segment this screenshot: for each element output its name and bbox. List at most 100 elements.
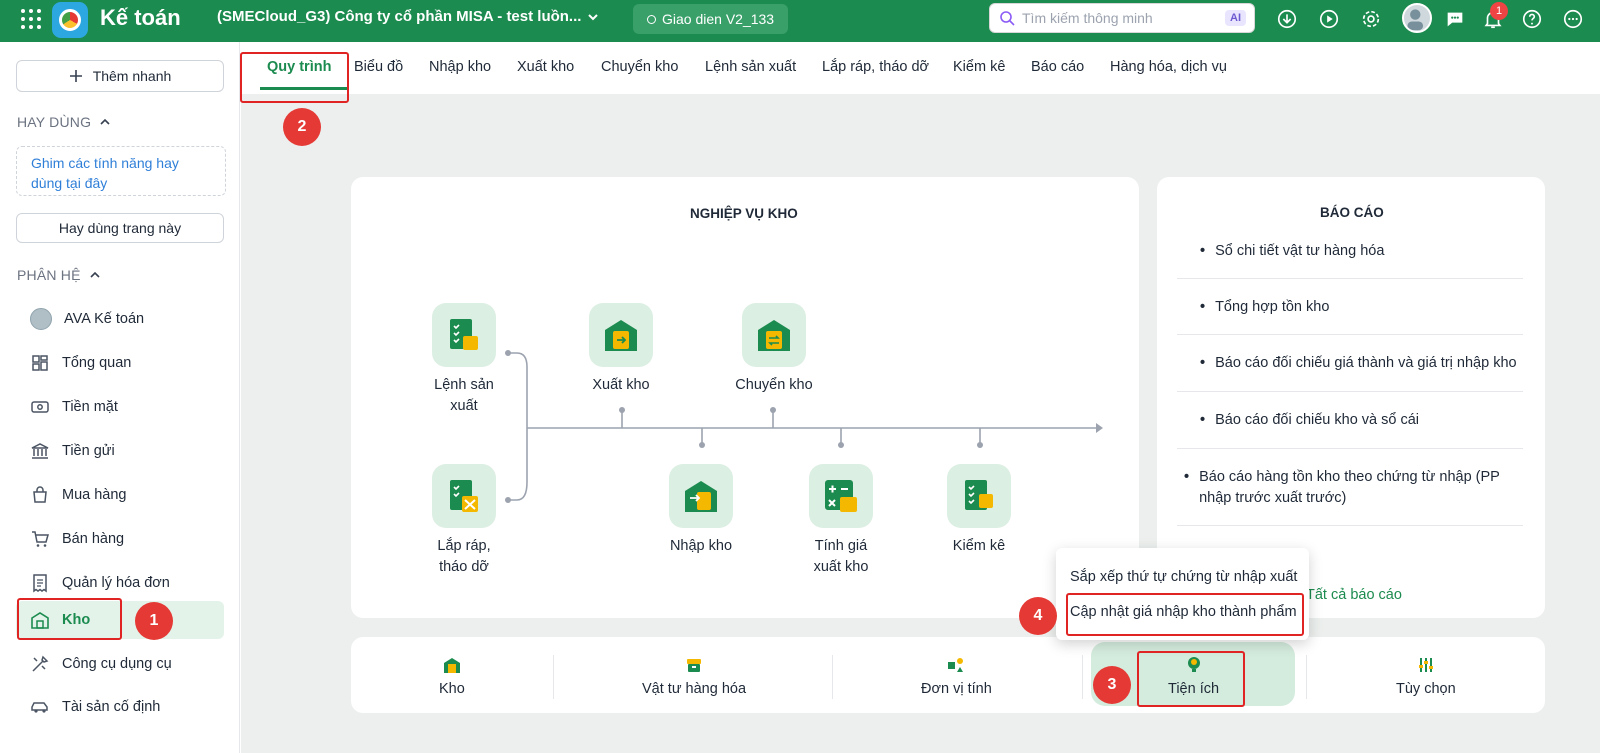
divider [832, 655, 833, 699]
report-item[interactable]: Sổ chi tiết vật tư hàng hóa [1200, 241, 1524, 262]
cart-icon [32, 531, 49, 547]
report-item[interactable]: Báo cáo đối chiếu giá thành và giá trị n… [1200, 353, 1524, 374]
smart-search[interactable]: Tìm kiếm thông minh AI [989, 3, 1255, 33]
node-stock-in[interactable]: Nhập kho [641, 464, 761, 557]
invoice-icon [33, 574, 47, 593]
dashboard-icon [32, 355, 48, 371]
app-name: Kế toán [100, 5, 181, 30]
avatar [30, 308, 52, 330]
cash-icon [31, 401, 49, 413]
assembly-icon [432, 464, 496, 528]
sidebar-item-purchase[interactable]: Mua hàng [16, 476, 224, 514]
tab-reports[interactable]: Báo cáo [1031, 59, 1084, 75]
sparkle-search-icon [1000, 11, 1015, 26]
chevron-up-icon [100, 118, 110, 125]
notification-badge: 1 [1490, 2, 1508, 20]
sidebar-item-fixed-assets[interactable]: Tài sản cố định [16, 688, 224, 726]
tab-inventory-count[interactable]: Kiểm kê [953, 59, 1005, 75]
sidebar: Thêm nhanh HAY DÙNG Ghim các tính năng h… [0, 42, 240, 753]
transfer-icon [742, 303, 806, 367]
user-avatar[interactable] [1402, 3, 1432, 33]
callout-box-update-price [1066, 593, 1304, 636]
company-selector[interactable]: (SMECloud_G3) Công ty cổ phần MISA - tes… [217, 8, 599, 25]
bottom-item-options[interactable]: Tùy chọn [1396, 655, 1456, 697]
step-marker-2: 2 [283, 108, 321, 146]
favorites-heading[interactable]: HAY DÙNG [17, 114, 111, 130]
tab-assembly[interactable]: Lắp ráp, tháo dỡ [822, 59, 929, 75]
shopping-bag-icon [33, 486, 47, 503]
step-marker-3: 3 [1093, 666, 1131, 704]
checklist-icon [947, 464, 1011, 528]
version-badge[interactable]: Giao dien V2_133 [633, 4, 789, 34]
car-icon [31, 702, 48, 713]
calculator-icon [809, 464, 873, 528]
tab-bar: Quy trình Biểu đồ Nhập kho Xuất kho Chuy… [241, 42, 1600, 94]
tab-charts[interactable]: Biểu đồ [354, 59, 403, 75]
warehouse-icon [443, 658, 460, 673]
quick-add-button[interactable]: Thêm nhanh [16, 60, 224, 92]
company-name: (SMECloud_G3) Công ty cổ phần MISA - tes… [217, 8, 582, 25]
report-item[interactable]: Báo cáo đối chiếu kho và sổ cái [1200, 410, 1524, 431]
sidebar-item-bank[interactable]: Tiền gửi [16, 432, 224, 470]
top-bar: Kế toán (SMECloud_G3) Công ty cổ phần MI… [0, 0, 1600, 42]
sidebar-item-sales[interactable]: Bán hàng [16, 520, 224, 558]
more-icon[interactable] [1561, 7, 1585, 31]
sidebar-item-cash[interactable]: Tiền mặt [16, 388, 224, 426]
favorite-this-page-button[interactable]: Hay dùng trang này [16, 213, 224, 243]
report-item[interactable]: Tổng hợp tồn kho [1200, 297, 1524, 318]
box-icon [687, 659, 702, 672]
divider [1177, 448, 1523, 449]
download-icon[interactable] [1275, 7, 1299, 31]
divider [1177, 391, 1523, 392]
step-marker-4: 4 [1019, 597, 1057, 635]
tab-production-order[interactable]: Lệnh sản xuất [705, 59, 796, 75]
apps-grid-icon[interactable] [20, 8, 42, 30]
divider [1177, 278, 1523, 279]
sidebar-item-invoice[interactable]: Quản lý hóa đơn [16, 564, 224, 602]
sidebar-item-overview[interactable]: Tổng quan [16, 344, 224, 382]
stock-out-icon [589, 303, 653, 367]
callout-box-process-tab [240, 52, 349, 103]
plus-icon [69, 70, 82, 82]
node-cost-calculation[interactable]: Tính giá xuất kho [781, 464, 901, 578]
ai-badge: AI [1225, 10, 1246, 26]
sliders-icon [1418, 658, 1433, 672]
tab-stock-in[interactable]: Nhập kho [429, 59, 491, 75]
search-placeholder: Tìm kiếm thông minh [1022, 10, 1153, 26]
tab-goods-services[interactable]: Hàng hóa, dịch vụ [1110, 59, 1227, 75]
divider [553, 655, 554, 699]
units-icon [948, 658, 964, 672]
circle-icon [647, 14, 656, 24]
callout-box-warehouse [17, 598, 122, 640]
sidebar-item-tools[interactable]: Công cụ dụng cụ [16, 645, 224, 683]
app-logo [52, 2, 88, 38]
help-icon[interactable] [1520, 7, 1544, 31]
node-assembly[interactable]: Lắp ráp, tháo dỡ [404, 464, 524, 578]
reports-title: BÁO CÁO [1320, 205, 1384, 220]
tab-stock-out[interactable]: Xuất kho [517, 59, 574, 75]
callout-box-utilities [1137, 651, 1245, 707]
divider [1082, 655, 1083, 699]
gear-icon[interactable] [1359, 7, 1383, 31]
all-reports-link[interactable]: Tất cả báo cáo [1306, 587, 1402, 603]
modules-heading[interactable]: PHÂN HỆ [17, 267, 101, 283]
bottom-item-warehouse[interactable]: Kho [439, 655, 465, 697]
tab-transfer[interactable]: Chuyển kho [601, 59, 678, 75]
menu-item-sort-documents[interactable]: Sắp xếp thứ tự chứng từ nhập xuất [1070, 569, 1297, 585]
bank-icon [31, 443, 49, 459]
divider [1177, 525, 1523, 526]
report-item[interactable]: Báo cáo hàng tồn kho theo chứng từ nhập … [1184, 467, 1520, 509]
chat-icon[interactable] [1443, 7, 1467, 31]
node-stock-out[interactable]: Xuất kho [561, 303, 681, 396]
bottom-item-units[interactable]: Đơn vị tính [921, 655, 992, 697]
play-icon[interactable] [1317, 7, 1341, 31]
sidebar-item-ava[interactable]: AVA Kế toán [16, 300, 224, 338]
node-production-order[interactable]: Lệnh sản xuất [404, 303, 524, 417]
node-inventory-count[interactable]: Kiểm kê [919, 464, 1039, 557]
node-transfer[interactable]: Chuyển kho [714, 303, 834, 396]
stock-in-icon [669, 464, 733, 528]
chevron-up-icon [90, 271, 100, 278]
step-marker-1: 1 [135, 602, 173, 640]
bottom-item-materials[interactable]: Vật tư hàng hóa [642, 655, 746, 697]
production-order-icon [432, 303, 496, 367]
